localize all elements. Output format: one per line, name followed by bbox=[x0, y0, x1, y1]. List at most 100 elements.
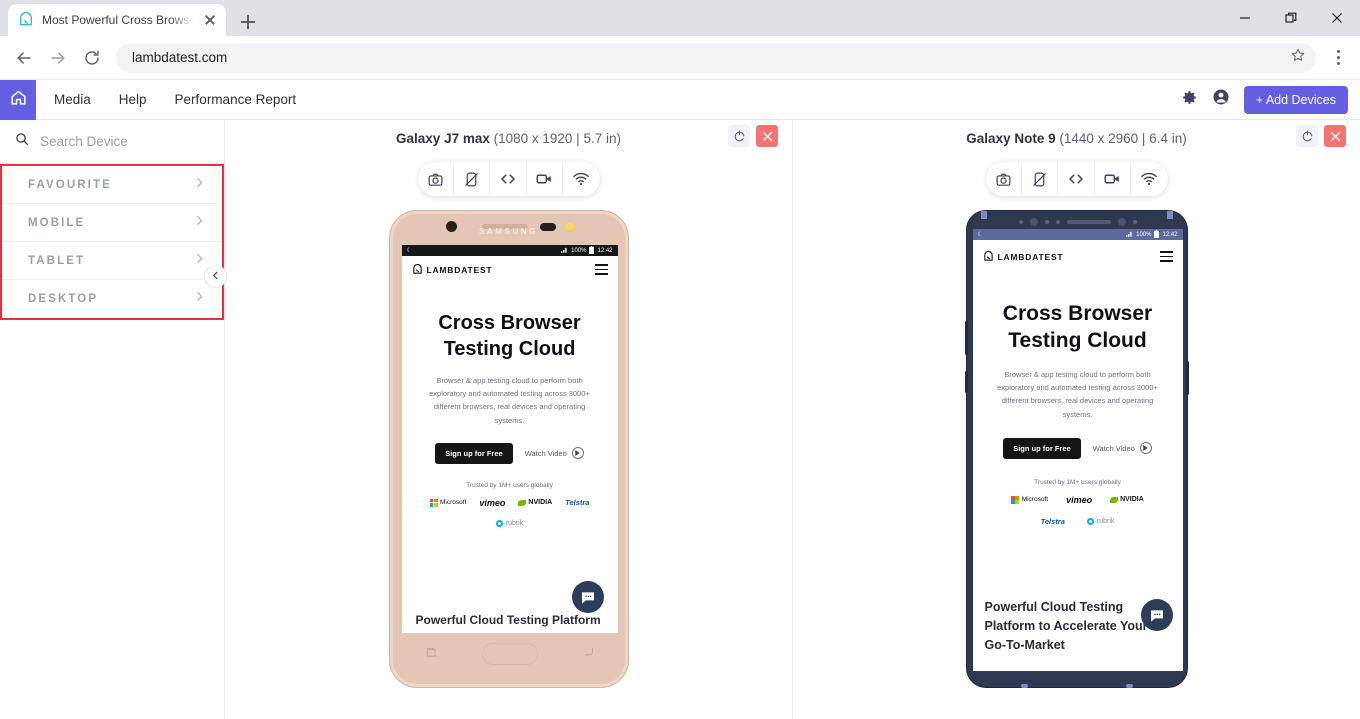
home-button-icon[interactable] bbox=[481, 643, 538, 665]
search-input[interactable] bbox=[40, 134, 190, 149]
device-toolbar bbox=[417, 162, 600, 196]
site-logo[interactable]: LAMBDATEST bbox=[412, 264, 493, 275]
hamburger-icon[interactable] bbox=[1159, 251, 1173, 262]
recents-icon[interactable] bbox=[424, 645, 438, 664]
sensor-dot bbox=[1044, 219, 1049, 224]
microsoft-logo: Microsoft bbox=[429, 498, 466, 507]
status-bar-right: 100% 12:42 bbox=[1126, 229, 1178, 240]
site-logo[interactable]: LAMBDATEST bbox=[983, 251, 1064, 262]
gear-icon[interactable] bbox=[1181, 89, 1198, 111]
chevron-right-icon bbox=[193, 176, 206, 194]
rotate-lock-icon[interactable] bbox=[1022, 162, 1059, 196]
app-header: Media Help Performance Report + Add Devi… bbox=[0, 79, 1360, 120]
signup-button[interactable]: Sign up for Free bbox=[1003, 437, 1081, 459]
close-icon[interactable] bbox=[1324, 125, 1346, 147]
wifi-icon[interactable] bbox=[563, 162, 599, 196]
restore-icon[interactable] bbox=[1268, 0, 1314, 36]
rubrik-label: rubrik bbox=[1096, 517, 1115, 525]
client-logos-row-1: Microsoft vimeo NVIDIA Telstra bbox=[402, 498, 618, 508]
back-arrow-icon[interactable] bbox=[8, 42, 40, 74]
power-button bbox=[1185, 361, 1189, 395]
nav-link-performance-report[interactable]: Performance Report bbox=[175, 92, 297, 107]
nvidia-label: NVIDIA bbox=[528, 499, 553, 507]
video-icon[interactable] bbox=[527, 162, 564, 196]
sidebar-item-favourite[interactable]: FAVOURITE bbox=[2, 166, 222, 204]
device-sidebar: FAVOURITE MOBILE TABLET DESKTOP bbox=[0, 120, 227, 719]
bixby-button bbox=[964, 371, 968, 393]
back-icon[interactable] bbox=[582, 645, 596, 664]
device-panel-galaxy-note-9: Galaxy Note 9 (1440 x 2960 | 6.4 in) ☾ 1… bbox=[792, 120, 1360, 719]
sensor-dot bbox=[1055, 219, 1060, 224]
hamburger-icon[interactable] bbox=[594, 264, 608, 275]
chat-widget-button[interactable] bbox=[1140, 599, 1173, 631]
main-area: FAVOURITE MOBILE TABLET DESKTOP bbox=[0, 120, 1360, 719]
device-header: Galaxy J7 max (1080 x 1920 | 5.7 in) bbox=[225, 120, 792, 156]
nav-link-media[interactable]: Media bbox=[54, 92, 91, 107]
device-spec: (1440 x 2960 | 6.4 in) bbox=[1059, 130, 1187, 146]
android-status-bar: ☾ 100% 12:42 bbox=[401, 245, 618, 256]
site-nav: LAMBDATEST bbox=[973, 240, 1183, 262]
camera-icon[interactable] bbox=[986, 162, 1022, 196]
battery-percent: 100% bbox=[1136, 231, 1152, 238]
site-logo-text: LAMBDATEST bbox=[426, 264, 493, 275]
device-stage: ☾ 100% 12:42 LAMBDATEST Cross Browser Te… bbox=[793, 196, 1360, 719]
device-spec: (1080 x 1920 | 5.7 in) bbox=[493, 130, 621, 146]
sidebar-collapse-button[interactable] bbox=[204, 265, 227, 288]
add-devices-button[interactable]: + Add Devices bbox=[1243, 85, 1348, 114]
forward-arrow-icon[interactable] bbox=[42, 42, 74, 74]
refresh-icon[interactable] bbox=[1296, 125, 1318, 147]
nav-link-help[interactable]: Help bbox=[119, 92, 147, 107]
code-icon[interactable] bbox=[490, 162, 527, 196]
moon-icon: ☾ bbox=[406, 248, 412, 254]
kebab-menu-icon[interactable] bbox=[1324, 42, 1352, 74]
code-icon[interactable] bbox=[1058, 162, 1095, 196]
watch-video-link[interactable]: Watch Video bbox=[1092, 442, 1152, 455]
front-camera bbox=[1029, 217, 1038, 226]
client-logos-row-2: rubrik bbox=[402, 519, 618, 527]
star-icon[interactable] bbox=[1290, 47, 1306, 68]
refresh-icon[interactable] bbox=[728, 125, 750, 147]
device-stage: SAMSUNG ☾ 100% 12:42 LAMBDATEST Cross Br… bbox=[225, 196, 792, 719]
chevron-left-icon bbox=[210, 268, 221, 286]
close-icon[interactable] bbox=[1314, 0, 1360, 36]
browser-omnibox-bar: lambdatest.com bbox=[0, 36, 1360, 80]
chat-widget-button[interactable] bbox=[571, 581, 604, 613]
chevron-right-icon bbox=[193, 214, 206, 232]
minimize-icon[interactable] bbox=[1222, 0, 1268, 36]
wifi-icon[interactable] bbox=[1131, 162, 1167, 196]
nvidia-logo: NVIDIA bbox=[1110, 496, 1144, 503]
sidebar-item-tablet[interactable]: TABLET bbox=[2, 242, 222, 280]
url-bar[interactable]: lambdatest.com bbox=[116, 42, 1316, 73]
browser-tab[interactable]: Most Powerful Cross Browser Tes bbox=[8, 4, 226, 36]
device-title: Galaxy J7 max (1080 x 1920 | 5.7 in) bbox=[396, 131, 621, 146]
watch-video-link[interactable]: Watch Video bbox=[525, 447, 584, 460]
close-icon[interactable] bbox=[202, 12, 218, 28]
close-icon[interactable] bbox=[756, 125, 778, 147]
home-button[interactable] bbox=[0, 79, 36, 120]
sensor-dot bbox=[1132, 219, 1137, 224]
camera-icon[interactable] bbox=[418, 162, 454, 196]
browser-tab-title: Most Powerful Cross Browser Tes bbox=[42, 13, 194, 27]
new-tab-button[interactable] bbox=[234, 8, 262, 36]
secondary-heading: Powerful Cloud Testing Platform bbox=[415, 612, 601, 627]
chevron-right-icon bbox=[193, 290, 206, 308]
watch-video-label: Watch Video bbox=[1092, 443, 1135, 453]
sensor-dot bbox=[1018, 219, 1023, 224]
device-screen[interactable]: ☾ 100% 12:42 LAMBDATEST Cross Browser Te… bbox=[401, 245, 618, 633]
signup-button[interactable]: Sign up for Free bbox=[435, 442, 513, 464]
sidebar-item-mobile[interactable]: MOBILE bbox=[2, 204, 222, 242]
account-icon[interactable] bbox=[1212, 88, 1230, 111]
search-device-row[interactable] bbox=[0, 120, 224, 164]
android-nav-bar bbox=[402, 633, 618, 675]
volume-button bbox=[964, 321, 968, 355]
device-title: Galaxy Note 9 (1440 x 2960 | 6.4 in) bbox=[966, 131, 1186, 146]
rotate-lock-icon[interactable] bbox=[454, 162, 491, 196]
video-icon[interactable] bbox=[1095, 162, 1132, 196]
hero-paragraph: Browser & app testing cloud to perform b… bbox=[429, 376, 590, 425]
vimeo-logo: vimeo bbox=[479, 497, 506, 508]
reload-icon[interactable] bbox=[76, 42, 108, 74]
vimeo-logo: vimeo bbox=[1066, 494, 1093, 505]
battery-percent: 100% bbox=[571, 247, 587, 254]
sidebar-item-desktop[interactable]: DESKTOP bbox=[2, 280, 222, 318]
device-category-list: FAVOURITE MOBILE TABLET DESKTOP bbox=[0, 164, 224, 320]
